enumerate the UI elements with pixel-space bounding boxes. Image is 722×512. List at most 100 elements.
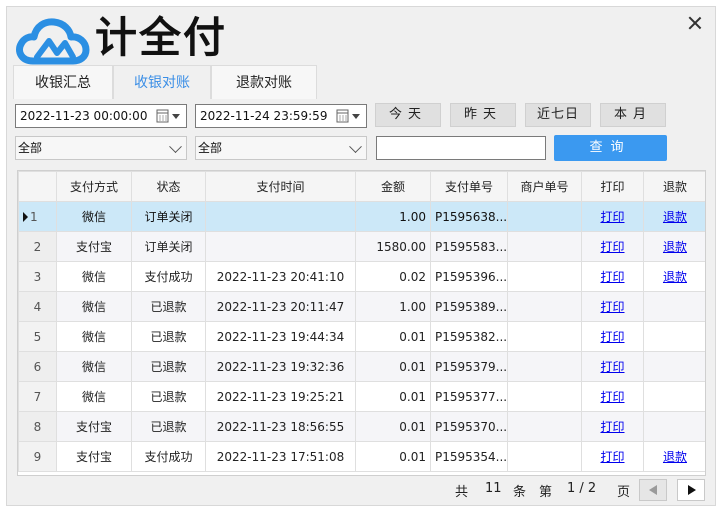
print-link[interactable]: 打印 [600,450,624,464]
status-cell: 支付成功 [131,261,206,292]
table-row[interactable]: 2 支付宝 订单关闭 1580.00 P1595583... 打印 退款 [18,231,705,262]
print-link[interactable]: 打印 [600,330,624,344]
table-row[interactable]: 4 微信 已退款 2022-11-23 20:11:47 1.00 P15953… [18,291,705,322]
print-link[interactable]: 打印 [600,300,624,314]
table-row[interactable]: 5 微信 已退款 2022-11-23 19:44:34 0.01 P15953… [18,321,705,352]
pager-page-indicator: 1 / 2 [567,481,597,496]
amount-cell: 0.01 [355,351,431,382]
column-header [18,171,57,202]
amount-cell: 1.00 [355,201,431,232]
status-cell: 已退款 [131,291,206,322]
table-row[interactable]: 8 支付宝 已退款 2022-11-23 18:56:55 0.01 P1595… [18,411,705,442]
table-row[interactable]: 3 微信 支付成功 2022-11-23 20:41:10 0.02 P1595… [18,261,705,292]
table-row[interactable]: 6 微信 已退款 2022-11-23 19:32:36 0.01 P15953… [18,351,705,382]
order-number-cell: P1595389... [430,291,508,322]
amount-cell: 0.02 [355,261,431,292]
row-number: 4 [18,291,57,322]
refund-link[interactable]: 退款 [663,210,687,224]
status-cell: 订单关闭 [131,201,206,232]
amount-cell: 0.01 [355,411,431,442]
print-link[interactable]: 打印 [600,270,624,284]
table-row[interactable]: 7 微信 已退款 2022-11-23 19:25:21 0.01 P15953… [18,381,705,412]
next-page-button[interactable] [677,479,705,501]
this-month-button[interactable]: 本月 [600,103,666,127]
refund-link[interactable]: 退款 [663,240,687,254]
column-header[interactable]: 支付时间 [205,171,356,202]
print-link[interactable]: 打印 [600,390,624,404]
table-row[interactable]: 1 微信 订单关闭 1.00 P1595638... 打印 退款 [18,201,705,232]
payment-method-select[interactable]: 全部 [15,136,187,160]
print-link[interactable]: 打印 [600,360,624,374]
previous-page-button[interactable] [639,479,667,501]
payment-method-cell: 微信 [56,291,132,322]
print-link[interactable]: 打印 [600,240,624,254]
end-time-picker[interactable]: 2022-11-24 23:59:59 [195,104,367,128]
pager-total-count: 11 [485,481,502,496]
pay-time-cell: 2022-11-23 17:51:08 [205,441,356,472]
refund-cell [643,321,705,352]
refund-cell [643,381,705,412]
search-input[interactable] [376,136,546,160]
print-cell: 打印 [581,231,644,262]
row-number: 9 [18,441,57,472]
row-number: 7 [18,381,57,412]
pager-page-suffix: 页 [617,485,631,500]
chevron-down-icon [169,140,182,154]
refund-cell [643,291,705,322]
amount-cell: 0.01 [355,321,431,352]
refund-link[interactable]: 退款 [663,450,687,464]
today-button[interactable]: 今天 [375,103,441,127]
pay-time-cell: 2022-11-23 20:11:47 [205,291,356,322]
tab-cashier-reconciliation[interactable]: 收银对账 [113,65,211,99]
merchant-order-cell [507,411,582,442]
print-link[interactable]: 打印 [600,420,624,434]
cloud-logo-icon [16,18,90,65]
tab-refund-reconciliation[interactable]: 退款对账 [211,65,317,99]
refund-cell: 退款 [643,441,705,472]
last-7-days-button[interactable]: 近七日 [525,103,591,127]
column-header[interactable]: 状态 [131,171,206,202]
close-icon[interactable] [687,15,703,31]
merchant-order-cell [507,441,582,472]
header: 计全付 [7,7,715,67]
status-select[interactable]: 全部 [195,136,367,160]
payment-method-cell: 微信 [56,201,132,232]
print-cell: 打印 [581,381,644,412]
print-cell: 打印 [581,291,644,322]
status-cell: 已退款 [131,381,206,412]
refund-cell [643,411,705,442]
column-header[interactable]: 退款 [643,171,705,202]
table-row[interactable]: 9 支付宝 支付成功 2022-11-23 17:51:08 0.01 P159… [18,441,705,472]
column-header[interactable]: 打印 [581,171,644,202]
order-number-cell: P1595354... [430,441,508,472]
query-button[interactable]: 查询 [554,135,667,161]
calendar-dropdown-icon[interactable] [156,109,182,123]
row-number: 2 [18,231,57,262]
start-time-picker[interactable]: 2022-11-23 00:00:00 [15,104,187,128]
column-header[interactable]: 商户单号 [507,171,582,202]
print-cell: 打印 [581,261,644,292]
merchant-order-cell [507,381,582,412]
calendar-dropdown-icon[interactable] [336,109,362,123]
chevron-right-icon [688,485,696,495]
amount-cell: 0.01 [355,441,431,472]
merchant-order-cell [507,291,582,322]
row-number: 3 [18,261,57,292]
chevron-left-icon [649,485,657,495]
pager-total-suffix: 条 [513,485,527,500]
status-cell: 已退款 [131,411,206,442]
column-header[interactable]: 支付单号 [430,171,508,202]
print-cell: 打印 [581,321,644,352]
payment-method-value: 全部 [18,141,43,155]
print-link[interactable]: 打印 [600,210,624,224]
order-number-cell: P1595377... [430,381,508,412]
amount-cell: 1580.00 [355,231,431,262]
amount-cell: 0.01 [355,381,431,412]
order-number-cell: P1595396... [430,261,508,292]
tab-cashier-summary[interactable]: 收银汇总 [13,65,113,99]
column-header[interactable]: 支付方式 [56,171,132,202]
yesterday-button[interactable]: 昨天 [450,103,516,127]
pay-time-cell [205,201,356,232]
column-header[interactable]: 金额 [355,171,431,202]
refund-link[interactable]: 退款 [663,270,687,284]
